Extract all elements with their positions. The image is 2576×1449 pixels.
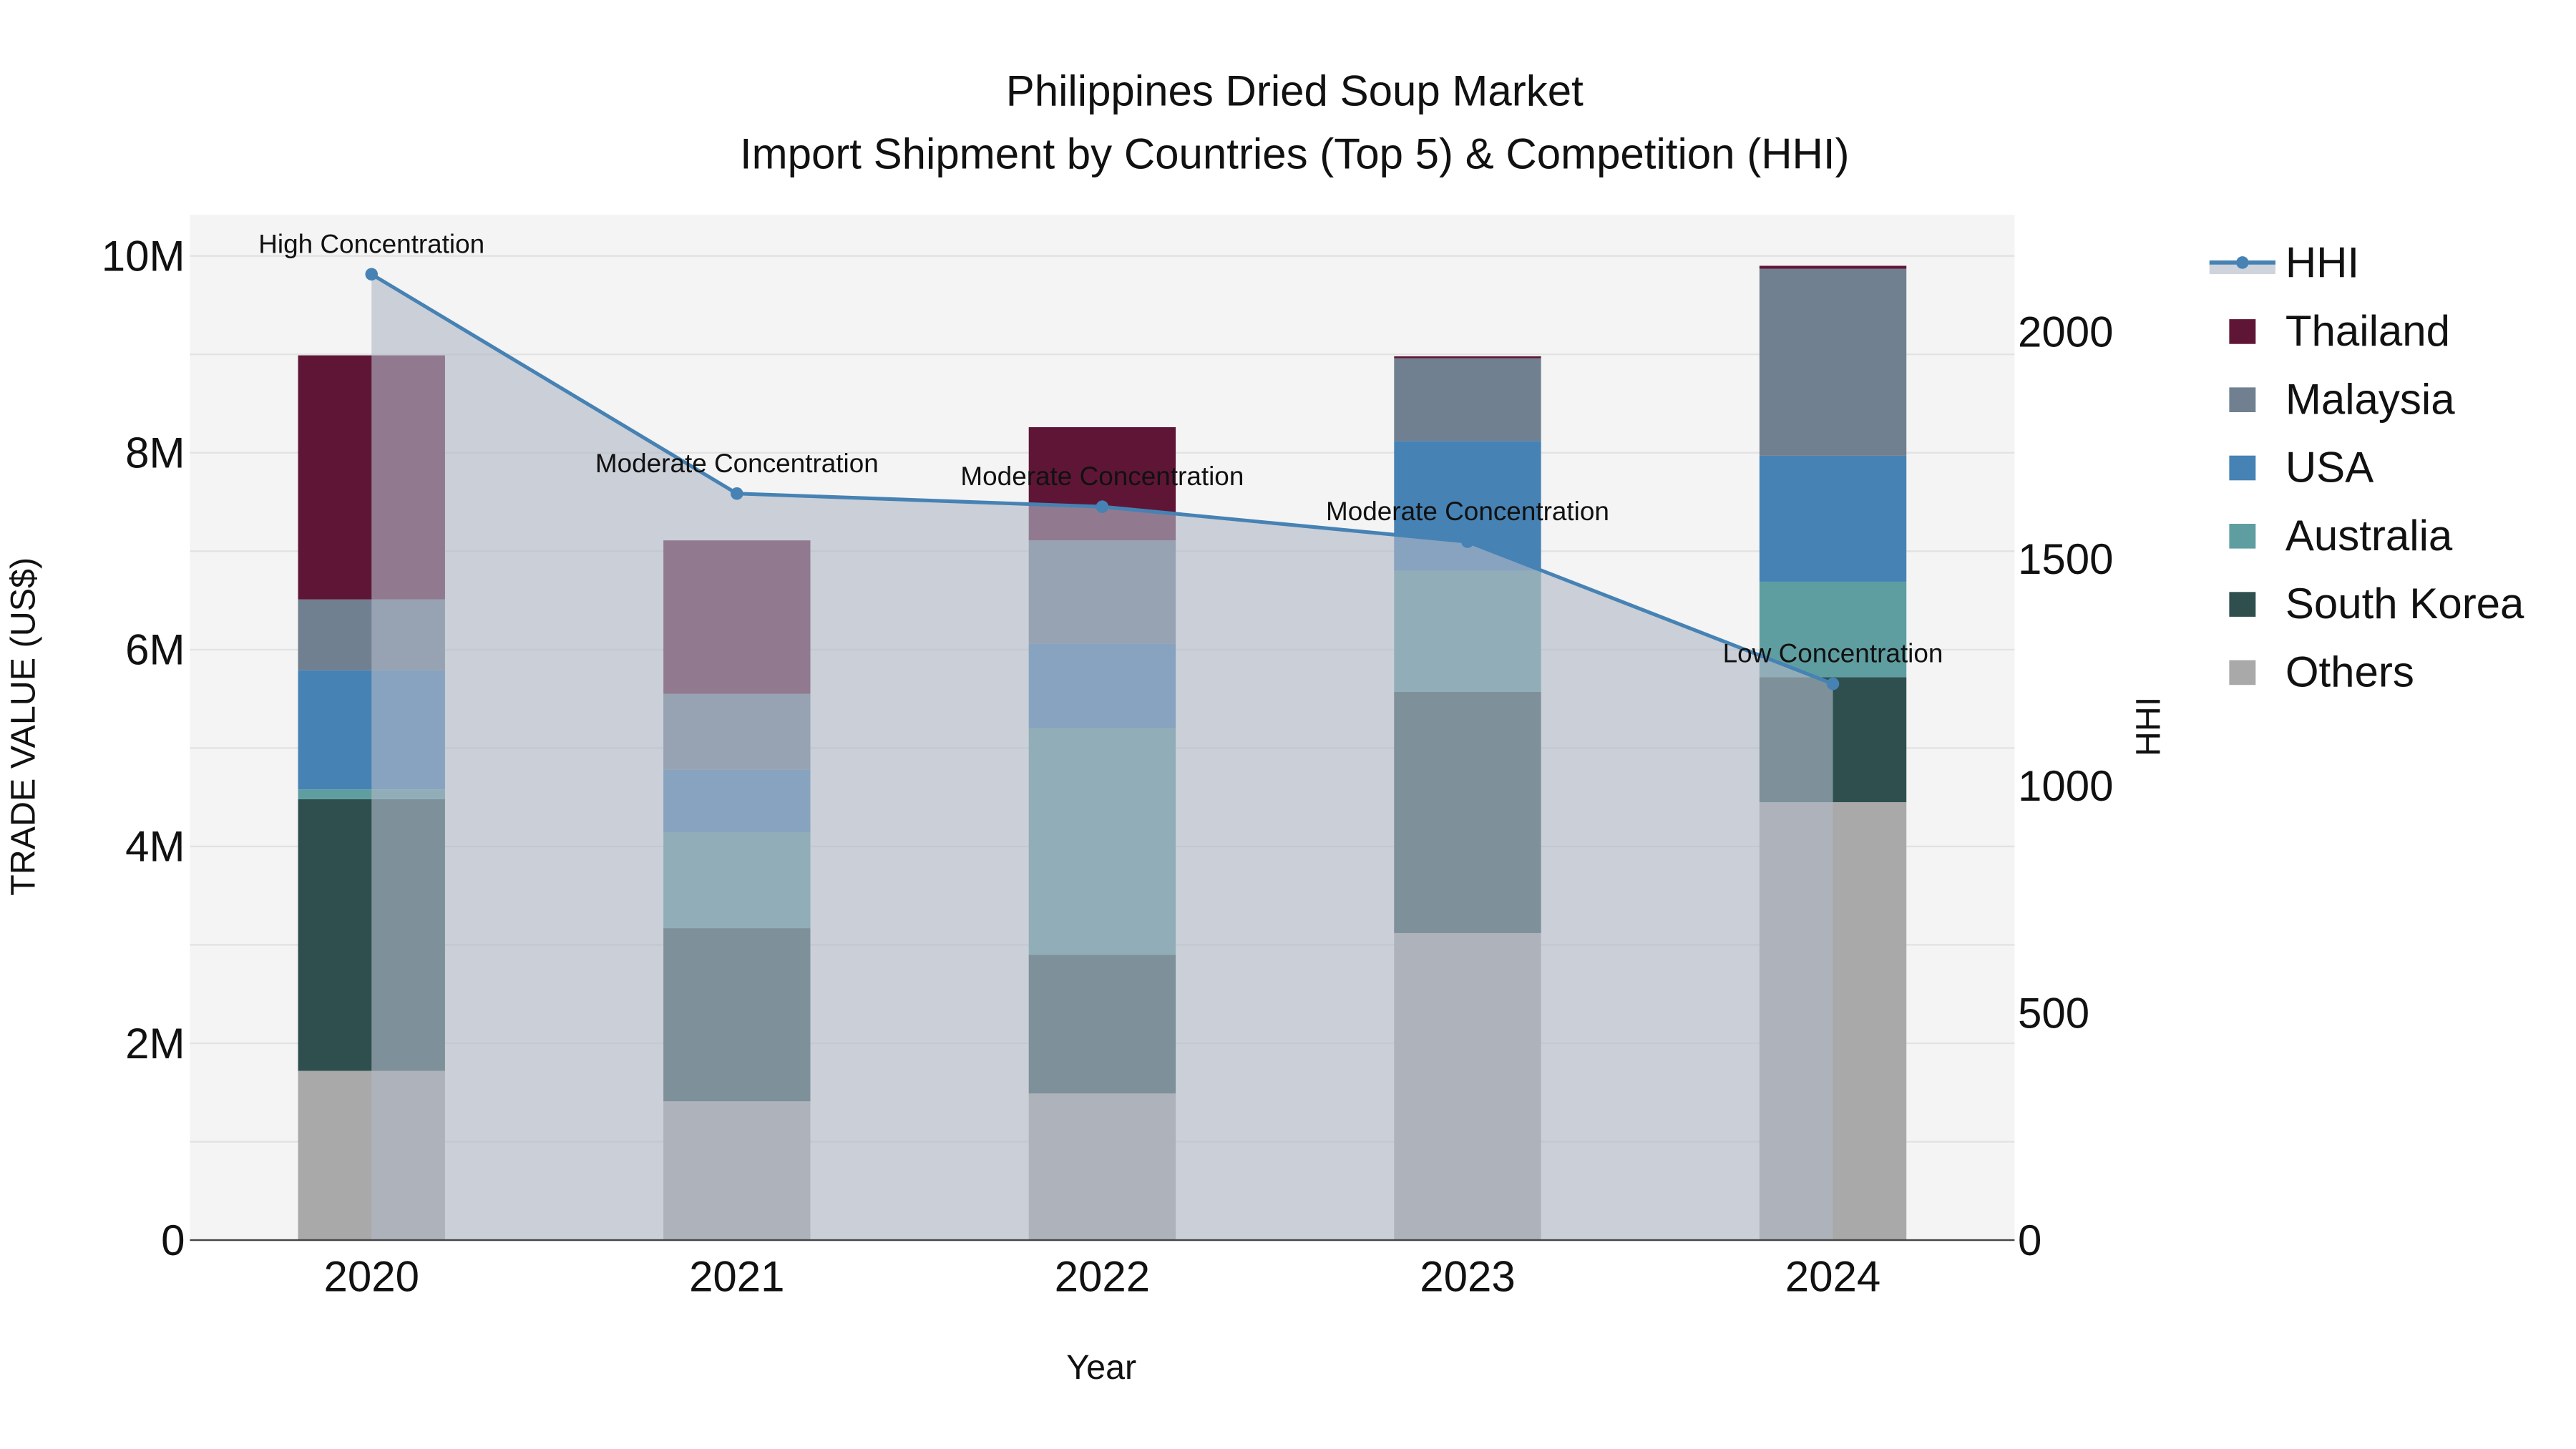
chart: High Concentration Moderate Concentration… bbox=[0, 0, 2576, 1449]
legend-label-south-korea: South Korea bbox=[2285, 580, 2524, 628]
legend-swatch-usa bbox=[2229, 455, 2256, 481]
y2-tick-label: 500 bbox=[2018, 990, 2089, 1038]
y2-tick-label: 2000 bbox=[2018, 308, 2113, 356]
y-tick-label: 0 bbox=[161, 1216, 185, 1264]
bar-malaysia-2024 bbox=[1759, 268, 1907, 456]
bar-thailand-2024 bbox=[1759, 265, 1907, 269]
chart-subtitle: Import Shipment by Countries (Top 5) & C… bbox=[740, 130, 1850, 177]
hhi-annotation: Moderate Concentration bbox=[595, 449, 879, 478]
legend-swatch-hhi-marker bbox=[2236, 256, 2249, 269]
bar-malaysia-2023 bbox=[1394, 358, 1541, 441]
legend-swatch-south-korea bbox=[2229, 592, 2256, 617]
x-tick-label: 2021 bbox=[689, 1253, 784, 1301]
y-tick-label: 10M bbox=[102, 232, 185, 280]
bar-usa-2024 bbox=[1759, 455, 1907, 582]
y-tick-label: 2M bbox=[125, 1020, 185, 1068]
legend-label-others: Others bbox=[2285, 648, 2414, 696]
legend-label-hhi: HHI bbox=[2285, 239, 2359, 287]
y-axis-title: TRADE VALUE (US$) bbox=[4, 557, 42, 896]
legend-swatch-thailand bbox=[2229, 319, 2256, 344]
legend-label-malaysia: Malaysia bbox=[2285, 375, 2455, 423]
hhi-annotation: Moderate Concentration bbox=[960, 462, 1244, 491]
hhi-annotation: Low Concentration bbox=[1723, 639, 1943, 668]
y-tick-label: 4M bbox=[125, 823, 185, 871]
hhi-point bbox=[731, 487, 743, 500]
legend-swatch-australia bbox=[2229, 524, 2256, 549]
legend-label-australia: Australia bbox=[2285, 512, 2453, 560]
chart-title: Philippines Dried Soup Market bbox=[1006, 67, 1584, 115]
x-tick-label: 2022 bbox=[1055, 1253, 1150, 1301]
hhi-point bbox=[1461, 535, 1474, 548]
hhi-point bbox=[365, 268, 378, 281]
x-tick-label: 2023 bbox=[1420, 1253, 1515, 1301]
y2-tick-label: 0 bbox=[2018, 1216, 2041, 1264]
legend-swatch-others bbox=[2229, 660, 2256, 686]
x-axis-title: Year bbox=[1066, 1348, 1136, 1387]
hhi-point bbox=[1826, 677, 1840, 691]
y2-tick-label: 1000 bbox=[2018, 762, 2113, 810]
x-tick-label: 2024 bbox=[1785, 1253, 1880, 1301]
hhi-point bbox=[1096, 500, 1109, 513]
hhi-annotation: Moderate Concentration bbox=[1326, 497, 1609, 526]
y2-tick-label: 1500 bbox=[2018, 535, 2113, 583]
y-tick-label: 8M bbox=[125, 429, 185, 477]
legend-label-thailand: Thailand bbox=[2285, 307, 2450, 355]
x-tick-label: 2020 bbox=[323, 1253, 419, 1301]
y2-axis-title: HHI bbox=[2129, 697, 2167, 756]
y-tick-label: 6M bbox=[125, 626, 185, 674]
hhi-annotation: High Concentration bbox=[258, 229, 484, 258]
bar-thailand-2023 bbox=[1394, 356, 1541, 358]
legend-label-usa: USA bbox=[2285, 444, 2373, 492]
legend-swatch-malaysia bbox=[2229, 387, 2256, 412]
